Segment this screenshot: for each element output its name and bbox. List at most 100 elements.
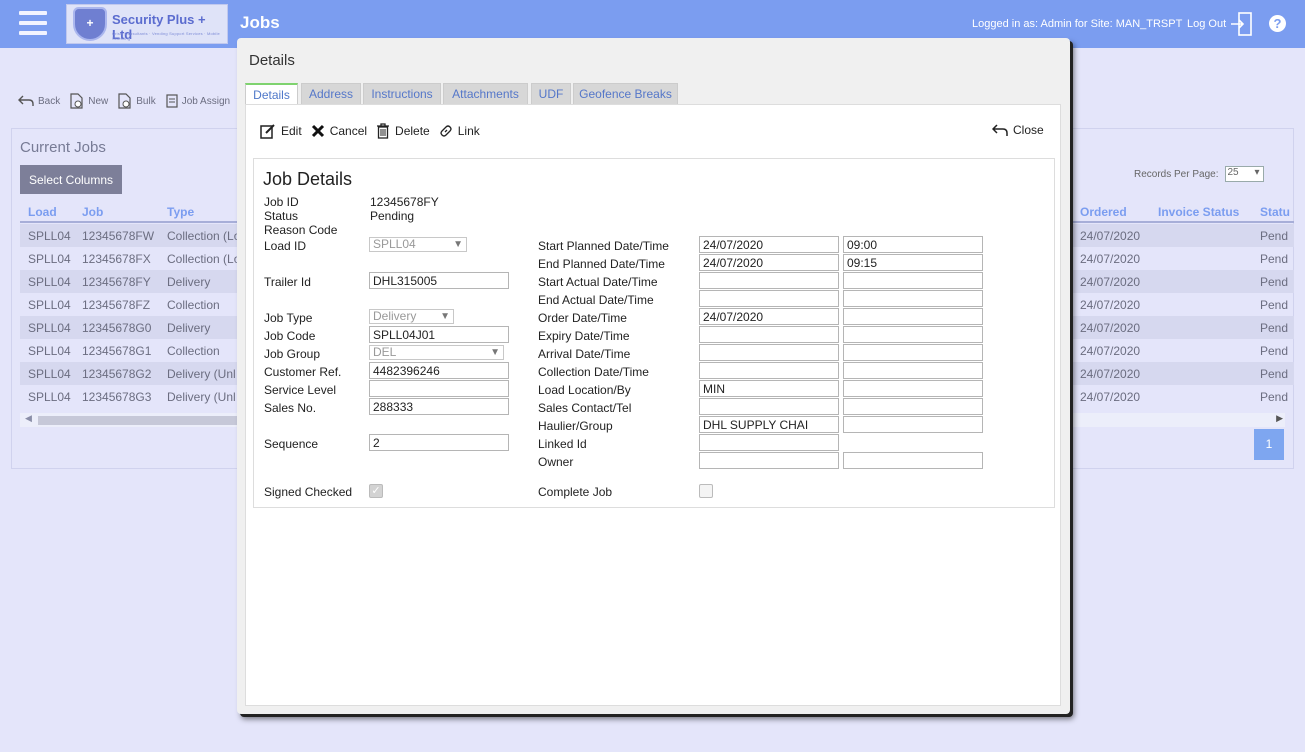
cell-type: Collection (Lo (167, 229, 241, 243)
end-actual-date-input[interactable] (699, 290, 839, 307)
job-id-value: 12345678FY (370, 195, 439, 209)
start-planned-date-input[interactable]: 24/07/2020 (699, 236, 839, 253)
cell-ordered: 24/07/2020 (1080, 344, 1141, 358)
status-label: Status (264, 209, 299, 223)
column-header-type[interactable]: Type (167, 205, 194, 219)
logout-icon[interactable] (1230, 12, 1252, 36)
cell-load: SPLL04 (28, 344, 71, 358)
column-header-status[interactable]: Statu (1260, 205, 1290, 219)
customer-ref-input[interactable]: 4482396246 (369, 362, 509, 379)
end-planned-time-input[interactable]: 09:15 (843, 254, 983, 271)
column-header-invoice-status[interactable]: Invoice Status (1158, 205, 1239, 219)
cell-ordered: 24/07/2020 (1080, 275, 1141, 289)
signed-checked-checkbox[interactable]: ✓ (369, 484, 383, 498)
sales-tel-input[interactable] (843, 398, 983, 415)
linked-id-label: Linked Id (538, 437, 587, 451)
job-code-input[interactable]: SPLL04J01 (369, 326, 509, 343)
job-details-title: Job Details (263, 169, 353, 189)
close-button[interactable]: Close (992, 123, 1044, 137)
end-planned-date-input[interactable]: 24/07/2020 (699, 254, 839, 271)
cell-type: Delivery (Unl (167, 367, 236, 381)
owner-input-2[interactable] (843, 452, 983, 469)
load-id-select[interactable]: SPLL04 ▼ (369, 237, 467, 252)
linked-id-input[interactable] (699, 434, 839, 451)
job-group-select[interactable]: DEL ▼ (369, 345, 504, 360)
job-type-select[interactable]: Delivery ▼ (369, 309, 454, 324)
start-planned-time-input[interactable]: 09:00 (843, 236, 983, 253)
cell-load: SPLL04 (28, 275, 71, 289)
load-id-select-value: SPLL04 (373, 237, 416, 251)
tab-address[interactable]: Address (301, 83, 361, 104)
current-jobs-title: Current Jobs (20, 139, 106, 156)
owner-input-1[interactable] (699, 452, 839, 469)
sequence-input[interactable]: 2 (369, 434, 509, 451)
tab-geofence-breaks[interactable]: Geofence Breaks (573, 83, 678, 104)
tab-details[interactable]: Details (245, 83, 298, 105)
job-id-label: Job ID (264, 195, 299, 209)
records-per-page-select[interactable]: 25 (1224, 166, 1264, 182)
order-date-input[interactable]: 24/07/2020 (699, 308, 839, 325)
logged-in-text: Logged in as: Admin for Site: MAN_TRSPT (972, 18, 1183, 30)
tab-attachments[interactable]: Attachments (443, 83, 528, 104)
select-columns-button[interactable]: Select Columns (20, 165, 122, 194)
trailer-id-input[interactable]: DHL315005 (369, 272, 509, 289)
new-label: New (88, 95, 109, 107)
cell-type: Delivery (167, 321, 211, 335)
load-by-input[interactable] (843, 380, 983, 397)
load-location-input[interactable]: MIN (699, 380, 839, 397)
arrival-time-input[interactable] (843, 344, 983, 361)
order-time-input[interactable] (843, 308, 983, 325)
tab-udf[interactable]: UDF (531, 83, 571, 104)
jobs-toolbar: Back New Bulk Job Assign (18, 92, 240, 110)
help-icon[interactable]: ? (1269, 15, 1286, 32)
sales-no-label: Sales No. (264, 401, 317, 415)
job-code-label: Job Code (264, 329, 316, 343)
haulier-input[interactable]: DHL SUPPLY CHAI (699, 416, 839, 433)
job-assign-button[interactable]: Job Assign (166, 94, 230, 108)
cell-ordered: 24/07/2020 (1080, 252, 1141, 266)
cell-ordered: 24/07/2020 (1080, 367, 1141, 381)
link-button[interactable]: Link (439, 124, 480, 138)
expiry-time-input[interactable] (843, 326, 983, 343)
tab-instructions[interactable]: Instructions (363, 83, 441, 104)
column-header-job[interactable]: Job (82, 205, 103, 219)
service-level-input[interactable] (369, 380, 509, 397)
collection-time-input[interactable] (843, 362, 983, 379)
group-input[interactable] (843, 416, 983, 433)
bulk-button[interactable]: Bulk (118, 93, 156, 109)
scrollbar-thumb[interactable] (38, 416, 253, 425)
expiry-date-input[interactable] (699, 326, 839, 343)
edit-icon (260, 124, 275, 139)
column-header-ordered[interactable]: Ordered (1080, 205, 1127, 219)
column-header-load[interactable]: Load (28, 205, 57, 219)
end-actual-time-input[interactable] (843, 290, 983, 307)
back-arrow-icon (18, 95, 34, 106)
start-actual-time-input[interactable] (843, 272, 983, 289)
scroll-left-icon[interactable]: ◀ (25, 413, 32, 424)
page-button[interactable]: 1 (1254, 429, 1284, 460)
start-actual-date-input[interactable] (699, 272, 839, 289)
cell-type: Delivery (Unl (167, 390, 236, 404)
cell-status: Pend (1260, 229, 1289, 243)
sales-no-input[interactable]: 288333 (369, 398, 509, 415)
back-button[interactable]: Back (18, 95, 60, 107)
collection-date-input[interactable] (699, 362, 839, 379)
delete-button[interactable]: Delete (376, 123, 430, 139)
link-icon (440, 125, 452, 137)
new-document-icon (70, 93, 83, 109)
cancel-button[interactable]: Cancel (311, 124, 367, 138)
arrival-date-input[interactable] (699, 344, 839, 361)
cell-job: 12345678FZ (82, 298, 151, 312)
sales-contact-input[interactable] (699, 398, 839, 415)
complete-job-checkbox[interactable] (699, 484, 713, 498)
load-id-label: Load ID (264, 239, 307, 253)
job-type-label: Job Type (264, 311, 313, 325)
cell-type: Collection (Lo (167, 252, 241, 266)
scroll-right-icon[interactable]: ▶ (1276, 413, 1283, 424)
new-button[interactable]: New (70, 93, 108, 109)
cancel-label: Cancel (329, 124, 368, 138)
start-actual-label: Start Actual Date/Time (538, 275, 658, 289)
edit-button[interactable]: Edit (260, 123, 302, 139)
logout-link[interactable]: Log Out (1187, 18, 1226, 30)
hamburger-menu-icon[interactable] (19, 11, 47, 35)
